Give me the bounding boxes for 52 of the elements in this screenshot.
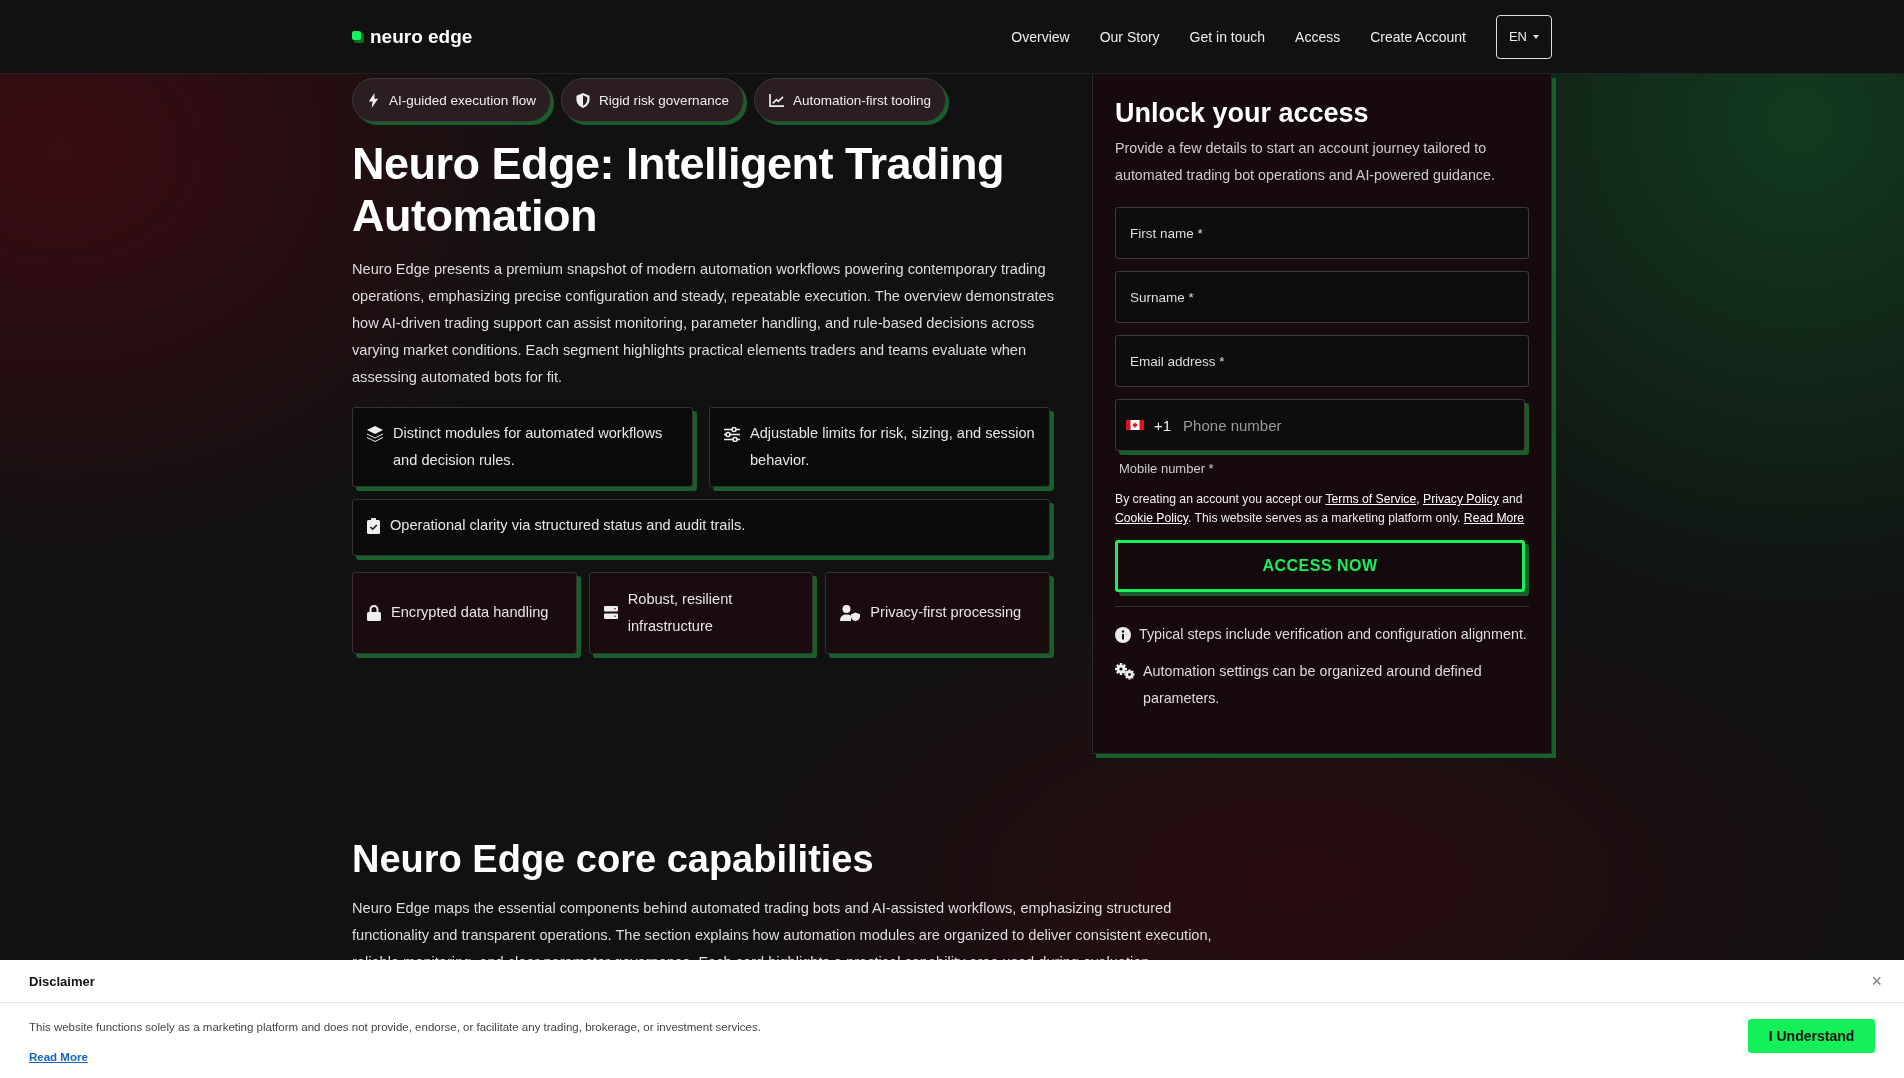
nav-link[interactable]: Our Story [1099,28,1160,45]
text-field[interactable]: Email address * [1115,335,1529,387]
nav-link[interactable]: Create Account [1370,28,1466,45]
country-code: +1 [1154,416,1172,434]
read-more-link[interactable]: Read More [29,1051,88,1063]
feature-text: Operational clarity via structured status and audit trails. [390,515,746,535]
page-title: Neuro Edge: Intelligent Trading Automation [352,138,1006,242]
text-field[interactable]: First name * [1115,207,1529,259]
panel-title: Unlock your access [1115,98,1370,129]
field-label: Mobile number * [1119,461,1215,476]
caret-icon [1533,34,1539,39]
nav-link[interactable]: Overview [1011,28,1070,45]
line-chart-icon [768,93,784,107]
feature-text: Distinct modules for automated workflows and decision rules. [393,423,664,470]
server-icon [603,605,618,620]
intro-paragraph: Neuro Edge presents a premium snapshot of modern automation workflows powering contemporary trading operations, emphasizing precise configuration and steady, repeatable execution. The overview demonstrates how AI-driven trading support can assist monitoring, parameter handling, and rule-based decisions across varying market conditions. Each segment highlights practical elements traders and teams evaluate when assessing automated bots for fit. [352,259,1054,387]
gears-icon [1115,663,1135,680]
sliders-icon [724,426,740,442]
highlight-text: Robust, resilient infrastructure [627,589,734,636]
highlight-text: Privacy-first processing [870,603,1022,622]
info-icon [1115,627,1131,643]
note-text: Typical steps include verification and configuration alignment. [1139,625,1527,644]
note-text: Automation settings can be organized around defined parameters. [1143,662,1483,708]
logo-text: neuro edge [370,25,473,48]
panel-description: Provide a few details to start an account journey tailored to automated trading bot operations and AI-powered guidance. [1115,139,1496,185]
lightning-icon [367,92,380,108]
feature-text: Adjustable limits for risk, sizing, and session behavior. [750,423,1035,470]
nav-link[interactable]: Get in touch [1189,28,1266,45]
user-shield-icon [840,604,861,621]
language-button[interactable]: EN [1495,14,1552,59]
shield-icon [576,92,591,108]
layers-icon [367,425,383,442]
tag-label: AI-guided execution flow [389,92,537,108]
text-field[interactable]: Surname * [1115,271,1529,323]
tag-label: Rigid risk governance [599,92,729,108]
section-title: Neuro Edge core capabilities [352,838,875,881]
nav-link[interactable]: Access [1295,28,1341,45]
consent-text: By creating an account you accept our Terms of Service, Privacy Policy and Cookie Policy. This website serves as a marketing platform only. Read More [1115,491,1526,527]
close-button[interactable]: × [1871,970,1882,992]
consent-link[interactable]: Cookie Policy [1115,511,1188,525]
highlight-text: Encrypted data handling [391,603,549,622]
tag-label: Automation-first tooling [792,92,931,108]
clipboard-check-icon [367,517,380,534]
phone-number-input[interactable]: Phone number [1181,415,1514,435]
lock-icon [367,604,381,621]
consent-link[interactable]: Read More [1463,511,1525,525]
logo-icon [352,30,364,43]
understand-button[interactable]: I Understand [1748,1019,1875,1053]
flag-icon [1126,420,1144,430]
disclaimer-title: Disclaimer [29,973,95,989]
disclaimer-text: This website functions solely as a marketing platform and does not provide, endorse, or facilitate any trading, brokerage, or investment services. [29,1021,761,1033]
consent-link[interactable]: Privacy Policy [1423,492,1499,506]
